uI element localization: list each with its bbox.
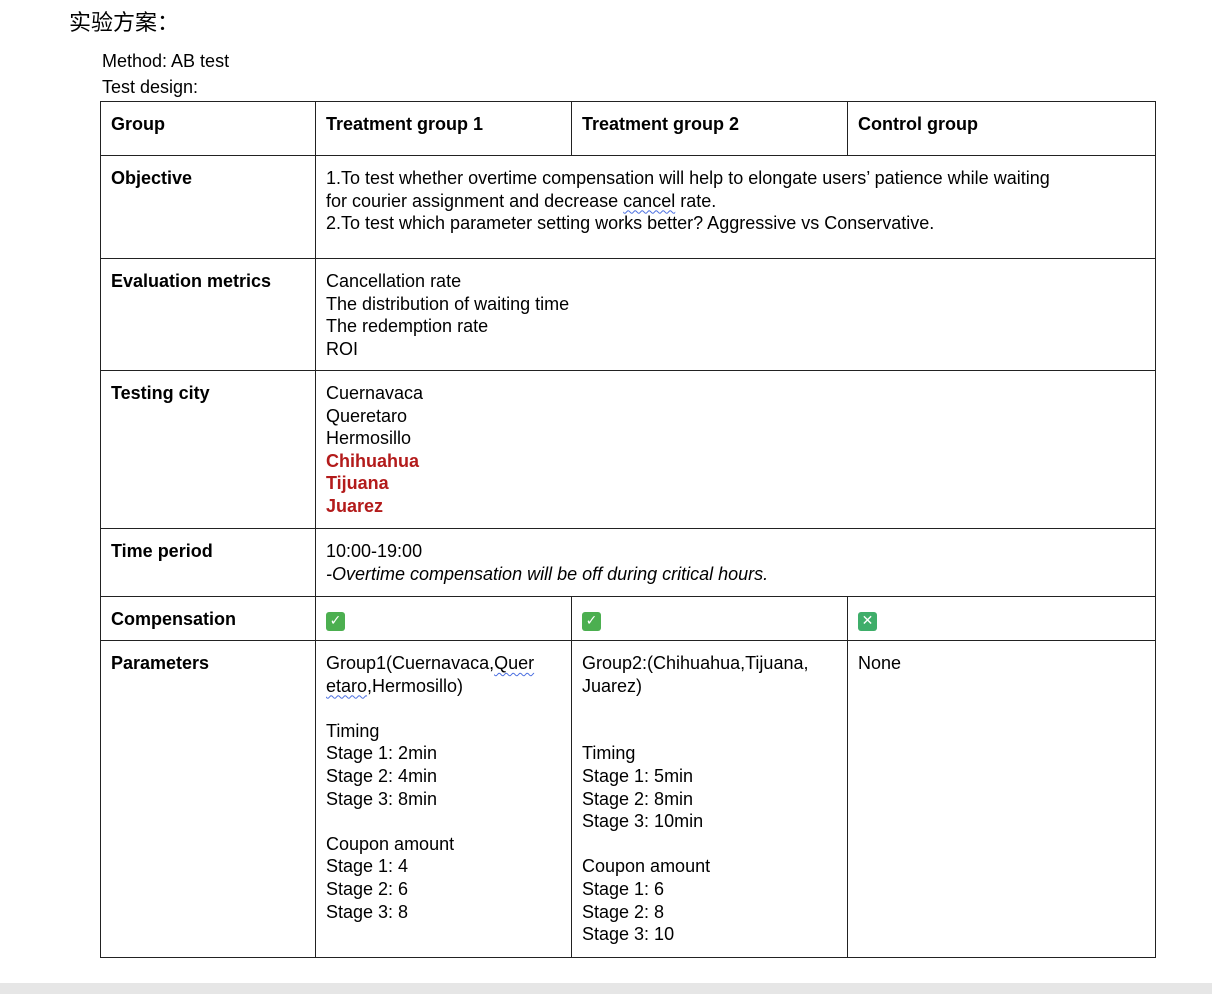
metrics-row: Evaluation metrics Cancellation rate The… — [100, 258, 1156, 371]
city-item: Cuernavaca — [326, 383, 424, 403]
time-row: Time period 10:00-19:00 -Overtime compen… — [100, 528, 1156, 597]
cross-mark-icon: ✕ — [858, 612, 877, 631]
page-bottom-edge — [0, 983, 1212, 994]
g1-coupon-item: Stage 1: 4 — [326, 856, 409, 877]
header-group: Group — [100, 101, 316, 156]
g1-timing-item: Stage 3: 8min — [326, 788, 438, 809]
time-range: 10:00-19:00 — [326, 541, 423, 561]
g2-timing-item: Stage 2: 8min — [582, 788, 694, 809]
city-item: Queretaro — [326, 405, 408, 426]
g2-group-line-1: Group2:(Chihuahua,Tijuana, — [582, 653, 809, 673]
objective-value: 1.To test whether overtime compensation … — [315, 155, 1156, 259]
compensation-g2: ✓ — [571, 596, 848, 641]
parameters-label: Parameters — [100, 640, 316, 958]
city-value: Cuernavaca Queretaro Hermosillo Chihuahu… — [315, 370, 1156, 529]
g2-timing-item: Stage 3: 10min — [582, 811, 704, 832]
check-mark-icon: ✓ — [582, 612, 601, 631]
g2-coupon-title: Coupon amount — [582, 856, 711, 877]
g2-coupon-item: Stage 3: 10 — [582, 924, 675, 945]
objective-line-1b: for courier assignment and decrease canc… — [326, 190, 717, 211]
city-item-highlighted: Tijuana — [326, 473, 389, 494]
city-label: Testing city — [100, 370, 316, 529]
metric-item: The redemption rate — [326, 316, 489, 337]
objective-label: Objective — [100, 155, 316, 259]
header-row: Group Treatment group 1 Treatment group … — [100, 101, 1156, 156]
compensation-g1: ✓ — [315, 596, 572, 641]
time-value: 10:00-19:00 -Overtime compensation will … — [315, 528, 1156, 597]
test-design-table: Group Treatment group 1 Treatment group … — [100, 101, 1156, 958]
metrics-value: Cancellation rate The distribution of wa… — [315, 258, 1156, 371]
g2-coupon-item: Stage 1: 6 — [582, 878, 665, 899]
g1-timing-item: Stage 1: 2min — [326, 743, 438, 764]
time-note: -Overtime compensation will be off durin… — [326, 563, 769, 584]
g1-coupon-item: Stage 2: 6 — [326, 878, 409, 899]
objective-line-2: 2.To test which parameter setting works … — [326, 213, 935, 234]
method-line: Method: AB test — [102, 51, 230, 71]
check-mark-icon: ✓ — [326, 612, 345, 631]
spellcheck-word[interactable]: cancel — [623, 191, 675, 211]
g2-coupon-item: Stage 2: 8 — [582, 901, 665, 922]
g1-timing-title: Timing — [326, 720, 380, 741]
city-row: Testing city Cuernavaca Queretaro Hermos… — [100, 370, 1156, 529]
g1-coupon-title: Coupon amount — [326, 833, 455, 854]
header-treatment-1: Treatment group 1 — [315, 101, 572, 156]
compensation-label: Compensation — [100, 596, 316, 641]
spellcheck-word[interactable]: etaro — [326, 676, 367, 696]
spellcheck-word[interactable]: Quer — [494, 653, 534, 673]
g1-timing-item: Stage 2: 4min — [326, 765, 438, 786]
parameters-row: Parameters Group1(Cuernavaca,Quer etaro,… — [100, 640, 1156, 958]
city-item-highlighted: Juarez — [326, 495, 384, 516]
parameters-control: None — [847, 640, 1156, 958]
metrics-label: Evaluation metrics — [100, 258, 316, 371]
objective-row: Objective 1.To test whether overtime com… — [100, 155, 1156, 259]
city-item: Hermosillo — [326, 428, 412, 449]
parameters-g1: Group1(Cuernavaca,Quer etaro,Hermosillo)… — [315, 640, 572, 958]
compensation-row: Compensation ✓ ✓ ✕ — [100, 596, 1156, 641]
header-treatment-2: Treatment group 2 — [571, 101, 848, 156]
metric-item: Cancellation rate — [326, 271, 462, 291]
page-heading: 实验方案： — [69, 11, 180, 36]
g1-coupon-item: Stage 3: 8 — [326, 901, 409, 922]
test-design-line: Test design: — [102, 77, 199, 97]
g1-group-line-1: Group1(Cuernavaca,Quer — [326, 653, 535, 673]
city-item-highlighted: Chihuahua — [326, 450, 419, 471]
header-control: Control group — [847, 101, 1156, 156]
g2-timing-item: Stage 1: 5min — [582, 765, 694, 786]
control-none: None — [858, 653, 902, 673]
g2-timing-title: Timing — [582, 743, 636, 764]
g1-group-line-2: etaro,Hermosillo) — [326, 675, 464, 696]
g2-group-line-2: Juarez) — [582, 675, 643, 696]
metric-item: ROI — [326, 338, 359, 359]
metric-item: The distribution of waiting time — [326, 293, 570, 314]
time-label: Time period — [100, 528, 316, 597]
compensation-control: ✕ — [847, 596, 1156, 641]
objective-line-1a: 1.To test whether overtime compensation … — [326, 168, 1050, 188]
parameters-g2: Group2:(Chihuahua,Tijuana, Juarez) Timin… — [571, 640, 848, 958]
